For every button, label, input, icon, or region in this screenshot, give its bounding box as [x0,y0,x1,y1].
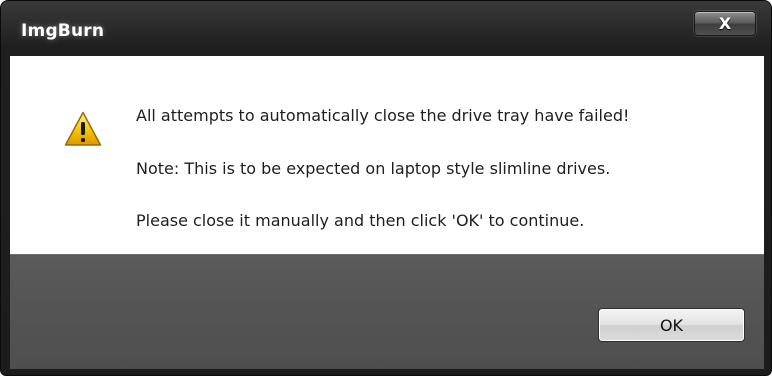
message-area: All attempts to automatically close the … [10,56,764,254]
message-line-1: All attempts to automatically close the … [136,106,630,125]
dialog-client-area: All attempts to automatically close the … [10,56,764,369]
ok-button[interactable]: OK [598,308,745,342]
message-line-2: Note: This is to be expected on laptop s… [136,159,611,178]
message-line-3: Please close it manually and then click … [136,211,585,230]
title-bar[interactable]: ImgBurn X [1,1,771,55]
dialog-window: ImgBurn X All attempts to automatically … [0,0,772,376]
close-button[interactable]: X [694,11,756,36]
window-title: ImgBurn [21,21,105,41]
button-bar: OK [10,254,764,369]
close-icon: X [718,13,732,33]
warning-icon [64,111,102,146]
